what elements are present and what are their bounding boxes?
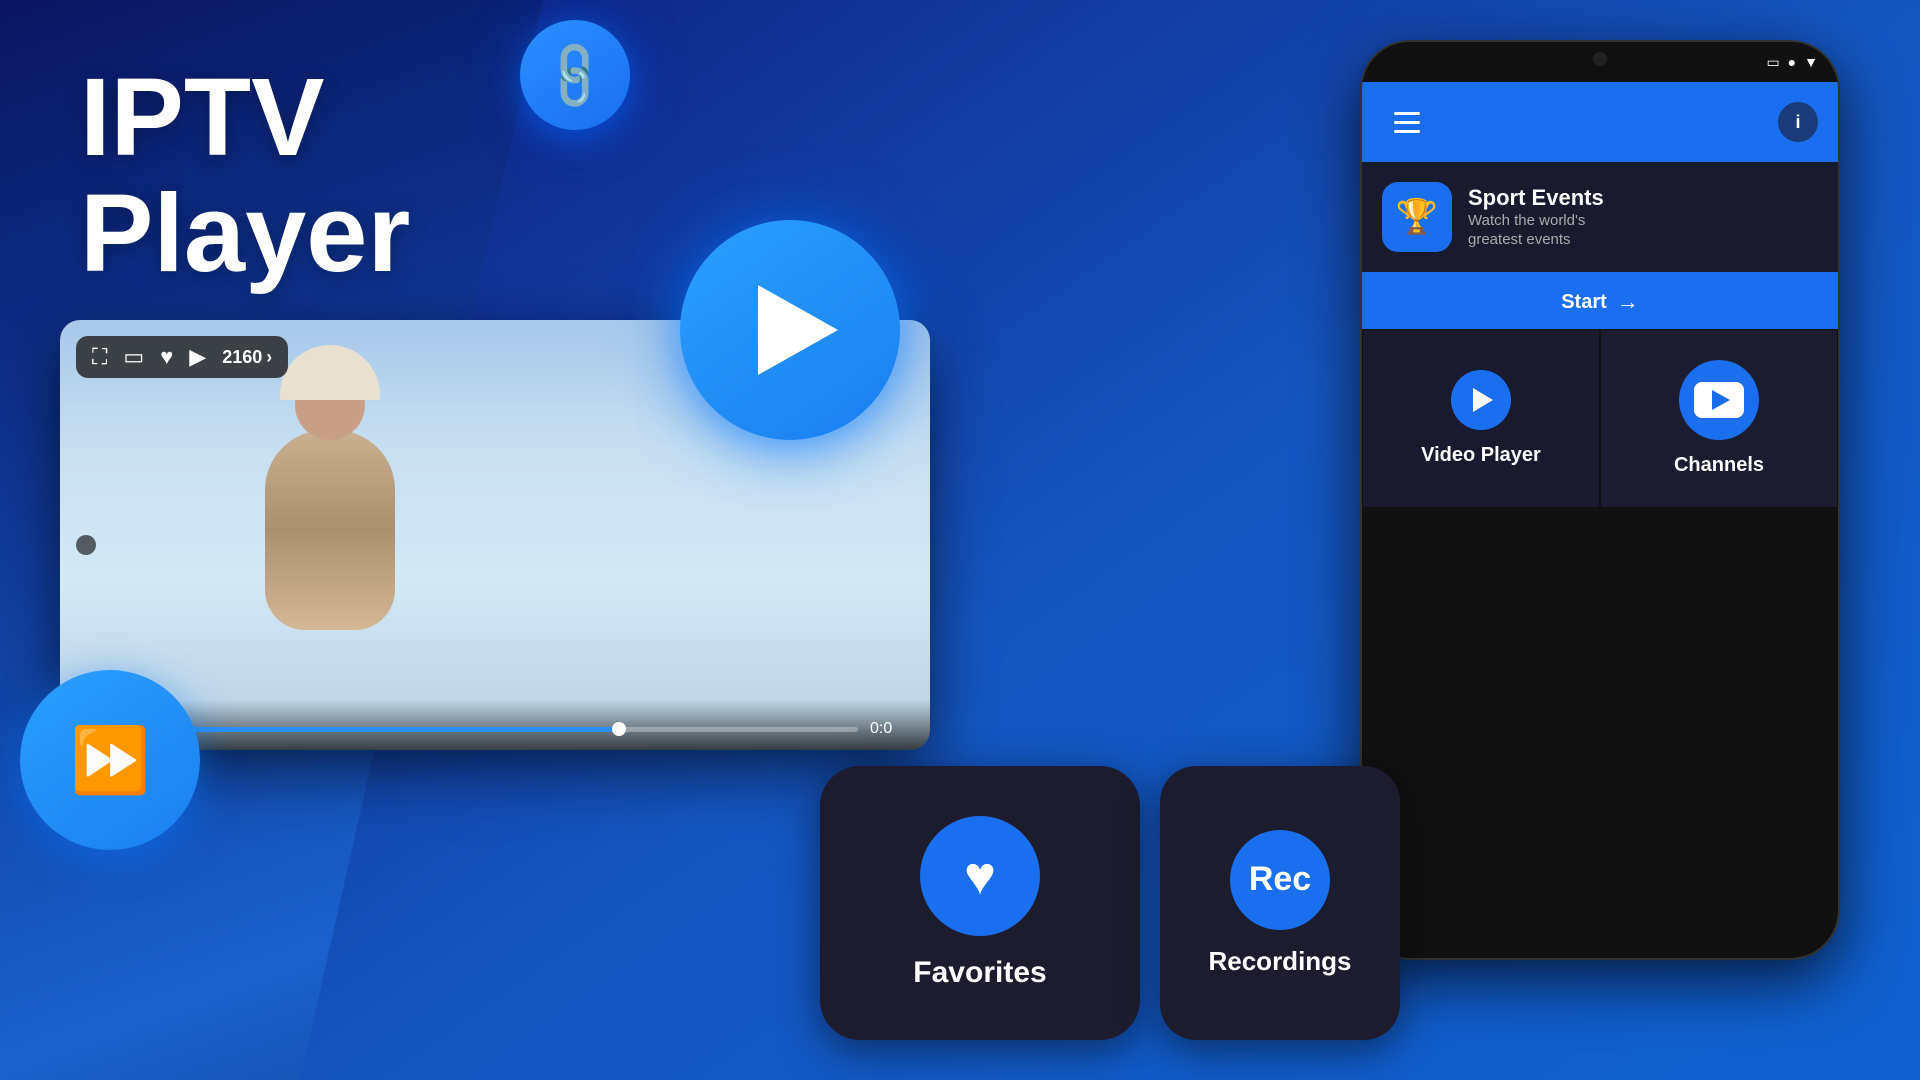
progress-thumb[interactable] bbox=[612, 722, 626, 736]
heart-icon: ♥ bbox=[964, 845, 996, 907]
title-line1: IPTV bbox=[80, 60, 410, 176]
recordings-icon-bg: Rec bbox=[1230, 830, 1330, 930]
info-button[interactable]: i bbox=[1778, 102, 1818, 142]
fastforward-icon: ⏩ bbox=[70, 723, 150, 798]
trophy-icon: 🏆 bbox=[1396, 197, 1438, 237]
link-icon: 🔗 bbox=[534, 34, 617, 117]
fullscreen-icon[interactable]: ⛶ bbox=[92, 344, 107, 370]
person-head bbox=[295, 370, 365, 440]
pip-icon[interactable]: ▭ bbox=[123, 344, 144, 370]
time-end: 0:0 bbox=[870, 720, 910, 738]
video-player-item[interactable]: Video Player bbox=[1362, 329, 1600, 508]
resolution-badge: 2160 › bbox=[222, 347, 272, 368]
play-triangle-icon bbox=[758, 285, 838, 375]
video-person bbox=[240, 370, 420, 690]
favorites-icon-bg: ♥ bbox=[920, 816, 1040, 936]
channels-play-triangle bbox=[1712, 390, 1730, 410]
progress-fill bbox=[132, 727, 626, 732]
link-button[interactable]: 🔗 bbox=[520, 20, 630, 130]
floating-cards: ♥ Favorites Rec Recordings bbox=[820, 766, 1400, 1040]
video-dot bbox=[76, 535, 96, 555]
sport-title: Sport Events bbox=[1468, 185, 1818, 211]
recordings-card[interactable]: Rec Recordings bbox=[1160, 766, 1400, 1040]
sport-text: Sport Events Watch the world'sgreatest e… bbox=[1468, 185, 1818, 250]
app-grid: Video Player Channels bbox=[1362, 329, 1838, 508]
favorites-card[interactable]: ♥ Favorites bbox=[820, 766, 1140, 1040]
channels-item[interactable]: Channels bbox=[1600, 329, 1838, 508]
video-player-label: Video Player bbox=[1421, 444, 1541, 467]
progress-bar-container: 0:20 0:0 bbox=[80, 720, 910, 738]
sport-events-card[interactable]: 🏆 Sport Events Watch the world'sgreatest… bbox=[1362, 162, 1838, 275]
rec-icon: Rec bbox=[1249, 860, 1311, 899]
channels-label: Channels bbox=[1674, 454, 1764, 477]
title-line2: Player bbox=[80, 176, 410, 292]
sport-subtitle: Watch the world'sgreatest events bbox=[1468, 211, 1818, 250]
fastforward-button[interactable]: ⏩ bbox=[20, 670, 200, 850]
play-button-large[interactable] bbox=[680, 220, 900, 440]
person-body bbox=[265, 430, 395, 630]
start-arrow-icon: → bbox=[1617, 289, 1639, 315]
playlist-icon[interactable]: ▶ bbox=[189, 344, 206, 370]
menu-line-2 bbox=[1394, 121, 1420, 124]
menu-button[interactable] bbox=[1382, 97, 1432, 147]
menu-line-1 bbox=[1394, 112, 1420, 115]
video-player-icon bbox=[1451, 370, 1511, 430]
person-hat bbox=[280, 345, 380, 400]
start-button[interactable]: Start → bbox=[1362, 275, 1838, 329]
menu-line-3 bbox=[1394, 130, 1420, 133]
app-title: IPTV Player bbox=[80, 60, 410, 291]
video-toolbar: ⛶ ▭ ♥ ▶ 2160 › bbox=[76, 336, 288, 378]
channels-icon bbox=[1694, 382, 1744, 418]
phone-camera bbox=[1593, 52, 1607, 66]
play-triangle bbox=[1473, 388, 1493, 412]
progress-bar[interactable] bbox=[132, 727, 858, 732]
signal-icon: ● bbox=[1788, 54, 1796, 70]
channels-icon-bg bbox=[1679, 360, 1759, 440]
battery-icon: ▭ bbox=[1766, 54, 1779, 71]
favorites-label: Favorites bbox=[913, 956, 1046, 990]
phone-mockup: ▭ ● ▼ i 🏆 Sport Events Watch the world's… bbox=[1360, 40, 1840, 960]
recordings-label: Recordings bbox=[1208, 946, 1351, 977]
favorite-icon[interactable]: ♥ bbox=[160, 344, 173, 370]
phone-header: i bbox=[1362, 82, 1838, 162]
wifi-icon: ▼ bbox=[1804, 54, 1818, 70]
sport-icon-bg: 🏆 bbox=[1382, 182, 1452, 252]
